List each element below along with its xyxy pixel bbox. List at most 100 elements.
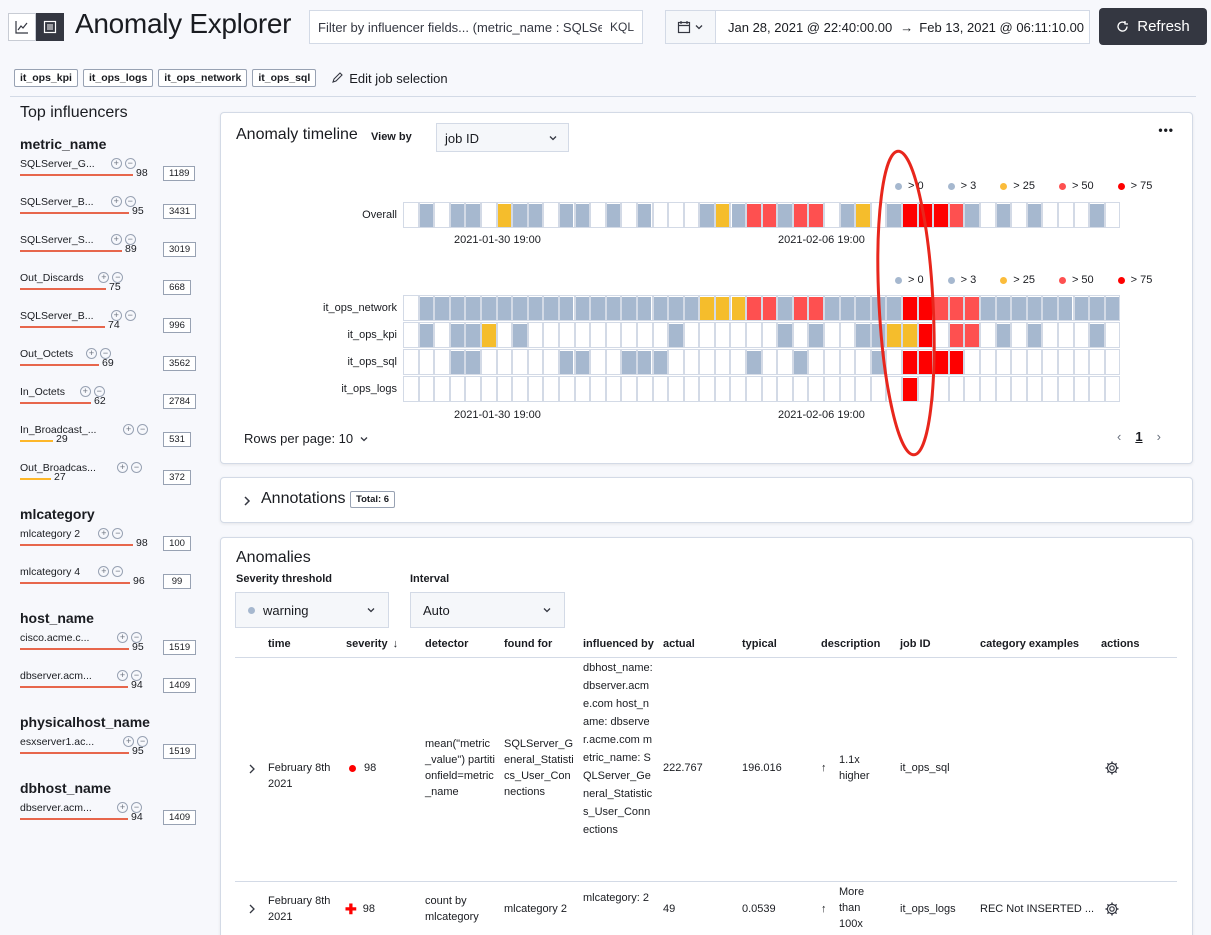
swimlane-cell[interactable] [964, 295, 980, 321]
swimlane-cell[interactable] [636, 202, 653, 228]
swimlane-cell[interactable] [792, 202, 809, 228]
swimlane-cell[interactable] [1011, 202, 1027, 228]
swimlane-cell[interactable] [418, 202, 435, 228]
swimlane-cell[interactable] [590, 376, 606, 402]
swimlane-cell[interactable] [527, 295, 544, 321]
swimlane-cell[interactable] [636, 295, 653, 321]
influencer-label[interactable]: SQLServer_G... [20, 158, 95, 170]
swimlane-cell[interactable] [605, 349, 622, 375]
influencer-label[interactable]: mlcategory 4 [20, 566, 80, 578]
swimlane-cell[interactable] [621, 295, 637, 321]
swimlane-cell[interactable] [480, 322, 497, 348]
swimlane-cell[interactable] [403, 295, 419, 321]
col-header-typical[interactable]: typical [742, 638, 777, 650]
plus-icon[interactable]: + [98, 528, 110, 539]
swimlane-cell[interactable] [480, 295, 497, 321]
swimlane-cell[interactable] [1042, 202, 1058, 228]
swimlane-cell[interactable] [496, 349, 513, 375]
chevron-right-icon[interactable] [241, 495, 253, 507]
influencer-label[interactable]: SQLServer_B... [20, 196, 94, 208]
swimlane-cell[interactable] [824, 349, 840, 375]
col-header-influenced-by[interactable]: influenced by [583, 638, 654, 650]
swimlane-cell[interactable] [418, 376, 435, 402]
swimlane-cell[interactable] [948, 295, 965, 321]
expand-row-icon[interactable] [247, 903, 257, 915]
swimlane-cell[interactable] [465, 322, 481, 348]
swimlane-cell[interactable] [948, 322, 965, 348]
swimlane-cell[interactable] [605, 322, 622, 348]
col-header-job-id[interactable]: job ID [900, 638, 931, 650]
swimlane-cell[interactable] [995, 202, 1012, 228]
swimlane-cell[interactable] [777, 322, 793, 348]
swimlane-cell[interactable] [964, 376, 980, 402]
swimlane-cell[interactable] [683, 295, 700, 321]
swimlane-cell[interactable] [403, 202, 419, 228]
swimlane-cell[interactable] [403, 376, 419, 402]
swimlane-cell[interactable] [1089, 295, 1105, 321]
col-header-found-for[interactable]: found for [504, 638, 552, 650]
swimlane-cell[interactable] [1026, 376, 1043, 402]
swimlane-cell[interactable] [636, 349, 653, 375]
swimlane-cell[interactable] [683, 349, 700, 375]
swimlane-cell[interactable] [730, 376, 747, 402]
swimlane-cell[interactable] [730, 202, 747, 228]
job-badge[interactable]: it_ops_kpi [14, 69, 78, 87]
job-swimlane[interactable] [403, 295, 1121, 321]
swimlane-cell[interactable] [714, 376, 731, 402]
edit-job-selection-button[interactable]: Edit job selection [331, 71, 448, 86]
swimlane-cell[interactable] [824, 295, 840, 321]
swimlane-cell[interactable] [1073, 349, 1090, 375]
job-swimlane[interactable] [403, 376, 1121, 402]
swimlane-cell[interactable] [465, 349, 481, 375]
swimlane-cell[interactable] [777, 295, 793, 321]
swimlane-cell[interactable] [1057, 295, 1074, 321]
swimlane-cell[interactable] [527, 376, 544, 402]
plus-icon[interactable]: + [98, 272, 110, 283]
swimlane-cell[interactable] [621, 322, 637, 348]
swimlane-cell[interactable] [558, 295, 575, 321]
swimlane-cell[interactable] [527, 322, 544, 348]
swimlane-cell[interactable] [1011, 295, 1027, 321]
swimlane-cell[interactable] [449, 295, 466, 321]
swimlane-cell[interactable] [1104, 322, 1121, 348]
influencer-label[interactable]: Out_Octets [20, 348, 73, 360]
swimlane-cell[interactable] [652, 376, 669, 402]
expand-row-icon[interactable] [247, 763, 257, 775]
col-header-detector[interactable]: detector [425, 638, 468, 650]
job-swimlane[interactable] [403, 349, 1121, 375]
swimlane-cell[interactable] [761, 322, 778, 348]
influencer-label[interactable]: dbserver.acm... [20, 670, 92, 682]
plus-icon[interactable]: + [86, 348, 97, 359]
page-number[interactable]: 1 [1135, 429, 1142, 444]
swimlane-cell[interactable] [792, 322, 809, 348]
swimlane-cell[interactable] [636, 376, 653, 402]
swimlane-cell[interactable] [512, 376, 528, 402]
swimlane-cell[interactable] [590, 202, 606, 228]
swimlane-cell[interactable] [558, 376, 575, 402]
swimlane-cell[interactable] [824, 322, 840, 348]
swimlane-cell[interactable] [839, 202, 856, 228]
plus-icon[interactable]: + [79, 386, 91, 397]
swimlane-cell[interactable] [714, 295, 731, 321]
influencer-label[interactable]: SQLServer_S... [20, 234, 94, 246]
swimlane-cell[interactable] [668, 202, 684, 228]
swimlane-cell[interactable] [1011, 349, 1027, 375]
swimlane-cell[interactable] [1089, 376, 1105, 402]
influencer-label[interactable]: esxserver1.ac... [20, 736, 94, 748]
swimlane-cell[interactable] [496, 322, 513, 348]
swimlane-cell[interactable] [714, 202, 731, 228]
swimlane-cell[interactable] [964, 349, 980, 375]
swimlane-cell[interactable] [543, 349, 559, 375]
swimlane-cell[interactable] [699, 349, 715, 375]
swimlane-cell[interactable] [1073, 202, 1090, 228]
chevron-left-icon[interactable]: ‹ [1117, 429, 1121, 444]
overall-swimlane[interactable] [403, 202, 1121, 228]
minus-icon[interactable]: − [112, 528, 124, 539]
swimlane-cell[interactable] [418, 349, 435, 375]
swimlane-cell[interactable] [824, 376, 840, 402]
col-header-severity[interactable]: severity ↓ [346, 638, 398, 650]
swimlane-cell[interactable] [808, 349, 825, 375]
swimlane-cell[interactable] [403, 322, 419, 348]
swimlane-cell[interactable] [839, 322, 856, 348]
swimlane-cell[interactable] [1026, 295, 1043, 321]
